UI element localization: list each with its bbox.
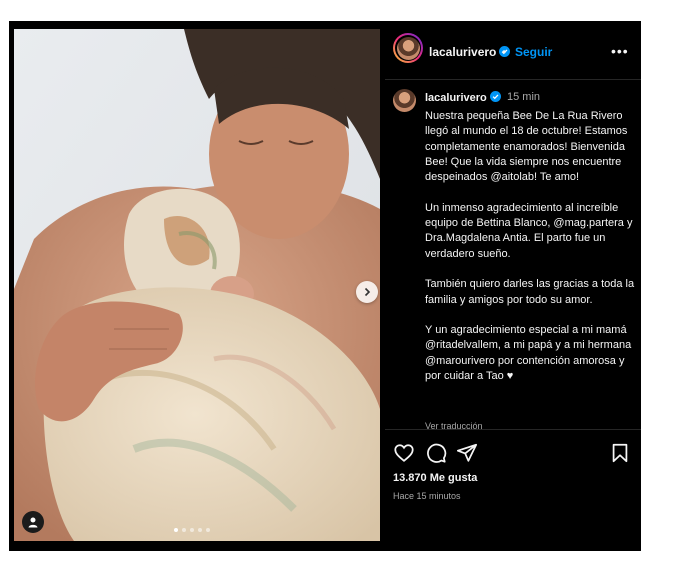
post-side-panel: lacalurivero • Seguir ••• lacalurivero 1… (385, 21, 641, 551)
caption-username[interactable]: lacalurivero (425, 91, 501, 104)
verified-badge-icon (489, 91, 501, 102)
caption-time: 15 min (507, 91, 541, 103)
instagram-post-modal: lacalurivero • Seguir ••• lacalurivero 1… (9, 21, 641, 551)
see-translation-link[interactable]: Ver traducción (425, 421, 483, 429)
tagged-users-button[interactable] (22, 511, 44, 533)
post-media[interactable] (14, 29, 380, 541)
carousel-dot (174, 528, 178, 532)
send-icon[interactable] (456, 442, 478, 464)
caption-paragraph: También quiero darles las gracias a toda… (425, 278, 635, 306)
caption-paragraph: Nuestra pequeña Bee De La Rua Rivero lle… (425, 110, 628, 184)
post-photo (14, 29, 380, 541)
follow-button[interactable]: Seguir (515, 45, 552, 59)
post-timestamp: Hace 15 minutos (393, 491, 461, 501)
caption-paragraph: Y un agradecimiento especial a mi mamá @… (425, 324, 632, 383)
separator-dot: • (502, 45, 507, 59)
heart-icon[interactable] (393, 442, 415, 464)
comment-icon[interactable] (425, 442, 447, 464)
caption-avatar[interactable] (393, 89, 416, 112)
carousel-dot (182, 528, 186, 532)
carousel-dot (190, 528, 194, 532)
author-username[interactable]: lacalurivero (429, 45, 511, 59)
post-header: lacalurivero • Seguir ••• (385, 21, 641, 80)
more-options-button[interactable]: ••• (611, 43, 629, 59)
author-avatar[interactable] (393, 33, 423, 63)
like-count[interactable]: 13.870 Me gusta (393, 472, 477, 484)
carousel-indicator (174, 528, 210, 532)
post-actions: 13.870 Me gusta Hace 15 minutos (385, 429, 641, 551)
user-tag-icon (28, 517, 38, 528)
chevron-right-icon (364, 287, 371, 297)
caption-paragraph: Un inmenso agradecimiento al increíble e… (425, 201, 633, 260)
carousel-dot (198, 528, 202, 532)
next-slide-button[interactable] (356, 281, 378, 303)
caption-text: Nuestra pequeña Bee De La Rua Rivero lle… (425, 109, 635, 384)
caption-area[interactable]: lacalurivero 15 min Nuestra pequeña Bee … (385, 83, 641, 429)
bookmark-icon[interactable] (609, 442, 631, 464)
carousel-dot (206, 528, 210, 532)
